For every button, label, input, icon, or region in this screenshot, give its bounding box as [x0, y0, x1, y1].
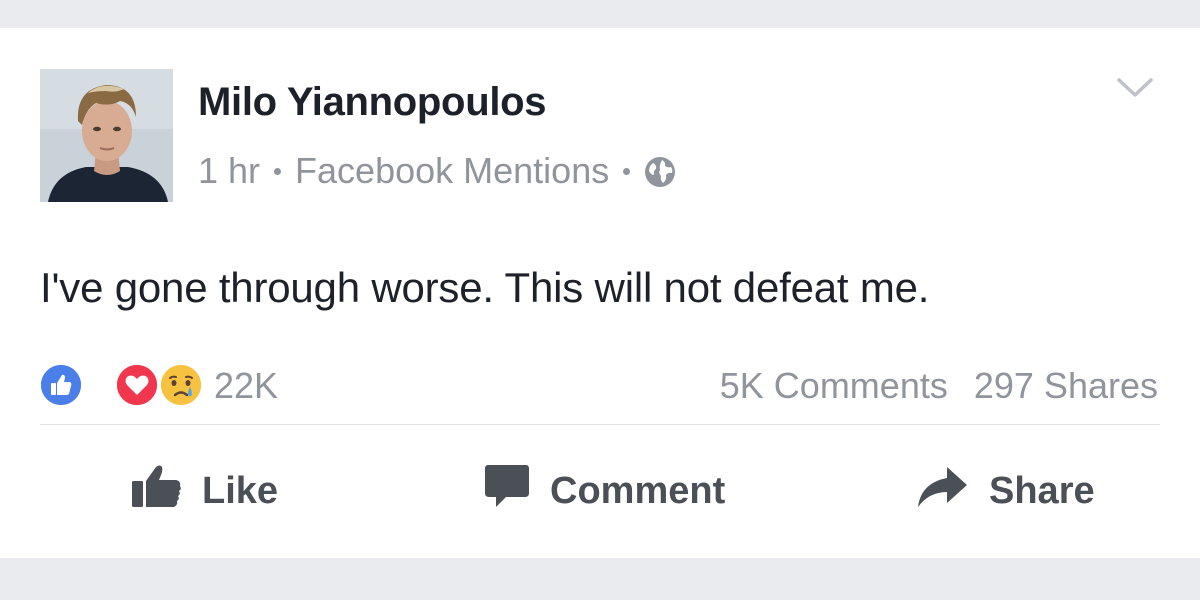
globe-icon[interactable]	[644, 155, 676, 187]
comment-label: Comment	[550, 469, 726, 512]
share-arrow-icon	[915, 463, 969, 519]
like-label: Like	[202, 469, 279, 512]
post-text: I've gone through worse. This will not d…	[40, 264, 930, 311]
like-icon	[38, 362, 84, 408]
love-icon	[114, 362, 160, 408]
separator-dot	[274, 167, 282, 175]
comments-count[interactable]: 5K Comments	[720, 365, 948, 406]
reaction-icons[interactable]	[38, 360, 238, 410]
share-button[interactable]: Share	[915, 458, 1095, 524]
separator-dot	[623, 167, 631, 175]
share-label: Share	[989, 469, 1095, 512]
post-card: Milo Yiannopoulos 1 hr Facebook Mentions…	[0, 28, 1200, 558]
post-meta: 1 hr Facebook Mentions	[198, 148, 676, 194]
reaction-count[interactable]: 22K	[214, 365, 278, 407]
like-button[interactable]: Like	[130, 458, 278, 524]
comment-icon	[484, 463, 530, 519]
news-feed-background: Milo Yiannopoulos 1 hr Facebook Mentions…	[0, 0, 1200, 600]
post-time[interactable]: 1 hr	[198, 150, 260, 192]
sad-icon	[158, 362, 204, 408]
author-name[interactable]: Milo Yiannopoulos	[198, 80, 547, 125]
comment-button[interactable]: Comment	[484, 458, 725, 524]
author-avatar[interactable]	[40, 69, 173, 202]
divider	[40, 424, 1160, 425]
avatar-photo	[40, 69, 173, 202]
chevron-down-icon[interactable]	[1115, 74, 1155, 102]
engagement-counts: 5K Comments 297 Shares	[720, 365, 1158, 407]
shares-count[interactable]: 297 Shares	[974, 365, 1158, 406]
thumbs-up-icon	[130, 463, 182, 519]
post-source[interactable]: Facebook Mentions	[295, 150, 609, 192]
